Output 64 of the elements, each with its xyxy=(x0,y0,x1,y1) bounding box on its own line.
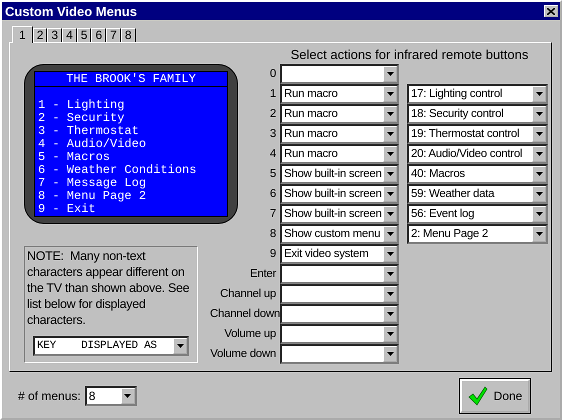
action-dropdown[interactable]: Show custom menu xyxy=(280,224,399,244)
remote-button-label: 0 xyxy=(268,68,276,80)
character-list-dropdown[interactable]: KEY DISPLAYED AS xyxy=(33,336,189,356)
action-dropdown[interactable]: Show built-in screen xyxy=(280,164,399,184)
tv-menu-line: 1 - Lighting xyxy=(38,99,126,112)
done-button[interactable]: Done xyxy=(460,379,530,413)
checkmark-icon xyxy=(468,386,488,406)
target-dropdown[interactable]: 19: Thermostat control xyxy=(407,124,548,144)
remote-button-label: Channel up xyxy=(219,288,276,300)
tab[interactable]: 6 xyxy=(91,28,106,42)
target-dropdown[interactable]: 40: Macros xyxy=(407,164,548,184)
remote-button-label: Enter xyxy=(249,268,276,280)
action-dropdown[interactable] xyxy=(280,264,399,284)
target-dropdown[interactable]: 18: Security control xyxy=(407,104,548,124)
action-dropdown[interactable]: Run macro xyxy=(280,104,399,124)
target-dropdown[interactable]: 20: Audio/Video control xyxy=(407,144,548,164)
action-dropdown[interactable] xyxy=(280,64,399,84)
remote-button-label: 2 xyxy=(268,108,276,120)
remote-button-label: 5 xyxy=(268,168,276,180)
remote-button-label: 4 xyxy=(268,148,276,160)
close-button[interactable] xyxy=(544,5,558,17)
action-dropdown[interactable] xyxy=(280,324,399,344)
tv-menu-line: 7 - Message Log xyxy=(38,177,148,190)
action-dropdown[interactable]: Show built-in screen xyxy=(280,204,399,224)
action-dropdown[interactable] xyxy=(280,344,399,364)
target-dropdown[interactable]: 17: Lighting control xyxy=(407,84,548,104)
action-dropdown[interactable]: Run macro xyxy=(280,124,399,144)
tab[interactable]: 7 xyxy=(106,28,121,42)
tv-menu-line: 6 - Weather Conditions xyxy=(38,164,198,177)
remote-button-label: Volume up xyxy=(223,328,276,340)
menu-count-dropdown[interactable]: 8 xyxy=(84,386,137,406)
target-dropdown[interactable]: 59: Weather data xyxy=(407,184,548,204)
tab[interactable]: 3 xyxy=(47,28,62,42)
remote-button-label: 3 xyxy=(268,128,276,140)
action-dropdown[interactable] xyxy=(280,284,399,304)
action-dropdown[interactable]: Run macro xyxy=(280,144,399,164)
remote-button-label: 7 xyxy=(268,208,276,220)
remote-button-label: 9 xyxy=(268,248,276,260)
tv-menu-line: 8 - Menu Page 2 xyxy=(38,190,148,203)
window-title: Custom Video Menus xyxy=(5,4,137,18)
note-text: NOTE: Many non-text characters appear different on the TV than shown above. See list below for displayed characters. xyxy=(27,248,190,328)
action-dropdown[interactable] xyxy=(280,304,399,324)
tv-menu-line: 5 - Macros xyxy=(38,151,112,164)
tv-menu-line: 4 - Audio/Video xyxy=(38,138,148,151)
tv-menu-title: THE BROOK'S FAMILY xyxy=(35,72,227,87)
tab[interactable]: 4 xyxy=(62,28,77,42)
remote-button-label: 8 xyxy=(268,228,276,240)
menu-count-label: # of menus: xyxy=(18,389,81,403)
tv-menu-line: 2 - Security xyxy=(38,112,126,125)
action-dropdown[interactable]: Run macro xyxy=(280,84,399,104)
remote-button-label: 1 xyxy=(268,88,276,100)
target-dropdown[interactable]: 2: Menu Page 2 xyxy=(407,224,548,244)
target-dropdown[interactable]: 56: Event log xyxy=(407,204,548,224)
action-dropdown[interactable]: Show built-in screen xyxy=(280,184,399,204)
tab[interactable]: 2 xyxy=(32,28,48,42)
action-dropdown[interactable]: Exit video system xyxy=(280,244,399,264)
tv-menu-line: 3 - Thermostat xyxy=(38,125,140,138)
tab[interactable]: 1 xyxy=(12,26,33,43)
tv-menu-line: 9 - Exit xyxy=(38,203,97,216)
tab[interactable]: 5 xyxy=(76,28,92,42)
tab[interactable]: 8 xyxy=(120,28,136,42)
section-heading: Select actions for infrared remote buttons xyxy=(290,47,530,64)
remote-button-label: Volume down xyxy=(210,348,276,360)
remote-button-label: 6 xyxy=(268,188,276,200)
